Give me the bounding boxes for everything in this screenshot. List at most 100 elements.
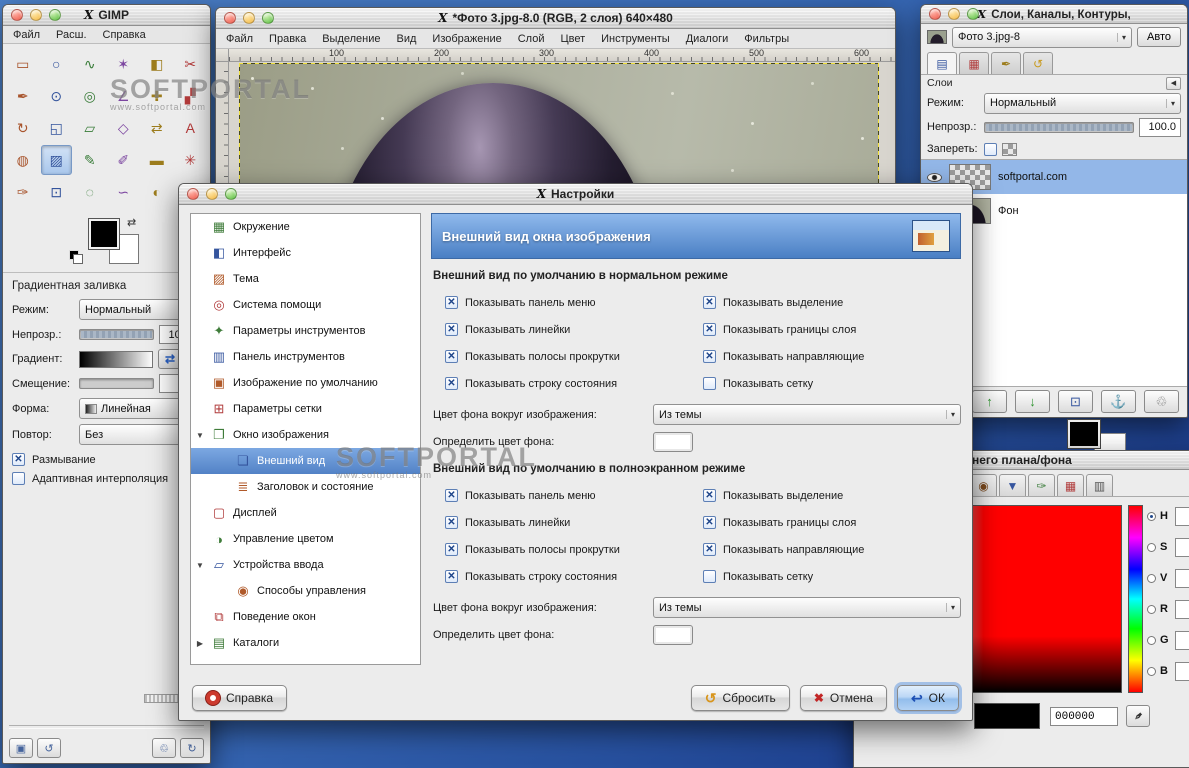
cancel-button[interactable]: Отмена	[800, 685, 887, 711]
restore-tool-options-button[interactable]: ↺	[37, 738, 61, 758]
close-button[interactable]	[11, 9, 23, 21]
watercolor-selector-tab-icon[interactable]: ✑	[1028, 474, 1055, 496]
swap-colors-icon[interactable]: ⇄	[127, 216, 136, 229]
menu-item[interactable]: Расш.	[56, 29, 86, 41]
prefs-checkbox-row[interactable]: Показывать строку состояния	[445, 570, 703, 583]
tree-expander-icon[interactable]: ▼	[195, 431, 205, 440]
layer-opacity-slider[interactable]	[984, 122, 1134, 133]
menu-item[interactable]: Файл	[13, 29, 40, 41]
menu-item[interactable]: Цвет	[560, 33, 585, 45]
checkbox[interactable]	[703, 377, 716, 390]
menu-item[interactable]: Фильтры	[744, 33, 789, 45]
crop-tool-icon[interactable]: ▞	[175, 81, 207, 111]
checkbox[interactable]	[445, 543, 458, 556]
menu-item[interactable]: Диалоги	[686, 33, 729, 45]
menu-item[interactable]: Инструменты	[601, 33, 670, 45]
airbrush-tool-icon[interactable]: ✳	[175, 145, 207, 175]
checkbox[interactable]	[445, 296, 458, 309]
prefs-tree-item[interactable]: ❏ Внешний вид	[191, 448, 420, 474]
reset-tool-options-button[interactable]: ↻	[180, 738, 204, 758]
rotate-tool-icon[interactable]: ↻	[7, 113, 39, 143]
paths-tab-icon[interactable]: ✒	[991, 52, 1021, 74]
checkbox[interactable]	[445, 377, 458, 390]
prefs-tree-item[interactable]: ⊞ Параметры сетки	[191, 396, 420, 422]
ruler-corner[interactable]	[216, 49, 229, 61]
zoom-button[interactable]	[967, 8, 979, 20]
horizontal-ruler[interactable]: 100200300400500600	[229, 49, 895, 61]
custom-padding-color-button[interactable]	[653, 432, 693, 452]
tree-expander-icon[interactable]: ▼	[195, 561, 205, 570]
minimize-button[interactable]	[206, 188, 218, 200]
prefs-checkbox-row[interactable]: Показывать панель меню	[445, 489, 703, 502]
checkbox[interactable]	[703, 350, 716, 363]
channel-radio[interactable]	[1147, 574, 1156, 583]
channel-spinner[interactable]	[1175, 569, 1189, 588]
duplicate-layer-button[interactable]: ⊡	[1058, 390, 1093, 413]
undo-history-tab-icon[interactable]: ↺	[1023, 52, 1053, 74]
tree-expander-icon[interactable]: ▶	[195, 639, 205, 648]
bucket-fill-tool-icon[interactable]: ◍	[7, 145, 39, 175]
prefs-checkbox-row[interactable]: Показывать границы слоя	[703, 323, 961, 336]
channel-spinner[interactable]	[1175, 631, 1189, 650]
prefs-checkbox-row[interactable]: Показывать выделение	[703, 296, 961, 309]
close-button[interactable]	[187, 188, 199, 200]
channel-radio[interactable]	[1147, 605, 1156, 614]
checkbox[interactable]	[12, 453, 25, 466]
prefs-tree-item[interactable]: ▨ Тема	[191, 266, 420, 292]
scale-tool-icon[interactable]: ◱	[41, 113, 73, 143]
delete-layer-button[interactable]: ♲	[1144, 390, 1179, 413]
convolve-tool-icon[interactable]: ◌	[74, 177, 106, 207]
magnify-tool-icon[interactable]: ◎	[74, 81, 106, 111]
prefs-checkbox-row[interactable]: Показывать линейки	[445, 323, 703, 336]
help-button[interactable]: Справка	[192, 685, 287, 711]
gimp-selector-tab-icon[interactable]: ◉	[970, 474, 997, 496]
offset-slider[interactable]	[79, 378, 154, 389]
hex-input[interactable]	[1050, 707, 1118, 726]
prefs-checkbox-row[interactable]: Показывать полосы прокрутки	[445, 543, 703, 556]
flip-tool-icon[interactable]: ⇄	[141, 113, 173, 143]
text-tool-icon[interactable]: A	[175, 113, 207, 143]
ellipse-select-tool-icon[interactable]: ○	[41, 49, 73, 79]
channel-radio[interactable]	[1147, 667, 1156, 676]
minimize-button[interactable]	[243, 12, 255, 24]
checkbox[interactable]	[445, 350, 458, 363]
reset-button[interactable]: Сбросить	[691, 685, 790, 711]
auto-button[interactable]: Авто	[1137, 27, 1181, 47]
ok-button[interactable]: ОК	[897, 685, 959, 711]
checkbox[interactable]	[445, 323, 458, 336]
eraser-tool-icon[interactable]: ▬	[141, 145, 173, 175]
blend-tool-icon[interactable]: ▨	[41, 145, 73, 175]
prefs-checkbox-row[interactable]: Показывать выделение	[703, 489, 961, 502]
image-window-titlebar[interactable]: X*Фото 3.jpg-8.0 (RGB, 2 слоя) 640×480	[216, 8, 895, 29]
checkbox[interactable]	[445, 489, 458, 502]
free-select-tool-icon[interactable]: ∿	[74, 49, 106, 79]
prefs-tree-item[interactable]: ▼ ❐ Окно изображения	[191, 422, 420, 448]
checkbox[interactable]	[703, 516, 716, 529]
fuzzy-select-tool-icon[interactable]: ✶	[108, 49, 140, 79]
zoom-button[interactable]	[225, 188, 237, 200]
layers-tab-icon[interactable]: ▤	[927, 52, 957, 74]
layer-opacity-value[interactable]: 100.0	[1139, 118, 1181, 137]
prefs-checkbox-row[interactable]: Показывать границы слоя	[703, 516, 961, 529]
custom-padding-color-button[interactable]	[653, 625, 693, 645]
foreground-color-swatch[interactable]	[89, 219, 119, 249]
layers-titlebar[interactable]: XСлои, Каналы, Контуры,	[921, 5, 1187, 24]
checkbox[interactable]	[12, 472, 25, 485]
palette-selector-tab-icon[interactable]: ▦	[1057, 474, 1084, 496]
opacity-slider[interactable]	[79, 329, 154, 340]
adaptive-checkbox-row[interactable]: Адаптивная интерполяция	[12, 472, 201, 485]
paths-tool-icon[interactable]: ✒	[7, 81, 39, 111]
menu-item[interactable]: Выделение	[322, 33, 380, 45]
measure-tool-icon[interactable]: ∠	[108, 81, 140, 111]
delete-tool-options-button[interactable]: ♲	[152, 738, 176, 758]
canvas-padding-select[interactable]: Из темы▾	[653, 597, 961, 618]
dodge-burn-tool-icon[interactable]: ◐	[141, 177, 173, 207]
cmyk-selector-tab-icon[interactable]: ▼	[999, 474, 1026, 496]
menu-item[interactable]: Справка	[103, 29, 146, 41]
channel-radio[interactable]	[1147, 543, 1156, 552]
close-button[interactable]	[929, 8, 941, 20]
ink-tool-icon[interactable]: ✑	[7, 177, 39, 207]
lower-layer-button[interactable]: ↓	[1015, 390, 1050, 413]
prefs-tree-item[interactable]: ⧉ Поведение окон	[191, 604, 420, 630]
checkbox[interactable]	[445, 516, 458, 529]
